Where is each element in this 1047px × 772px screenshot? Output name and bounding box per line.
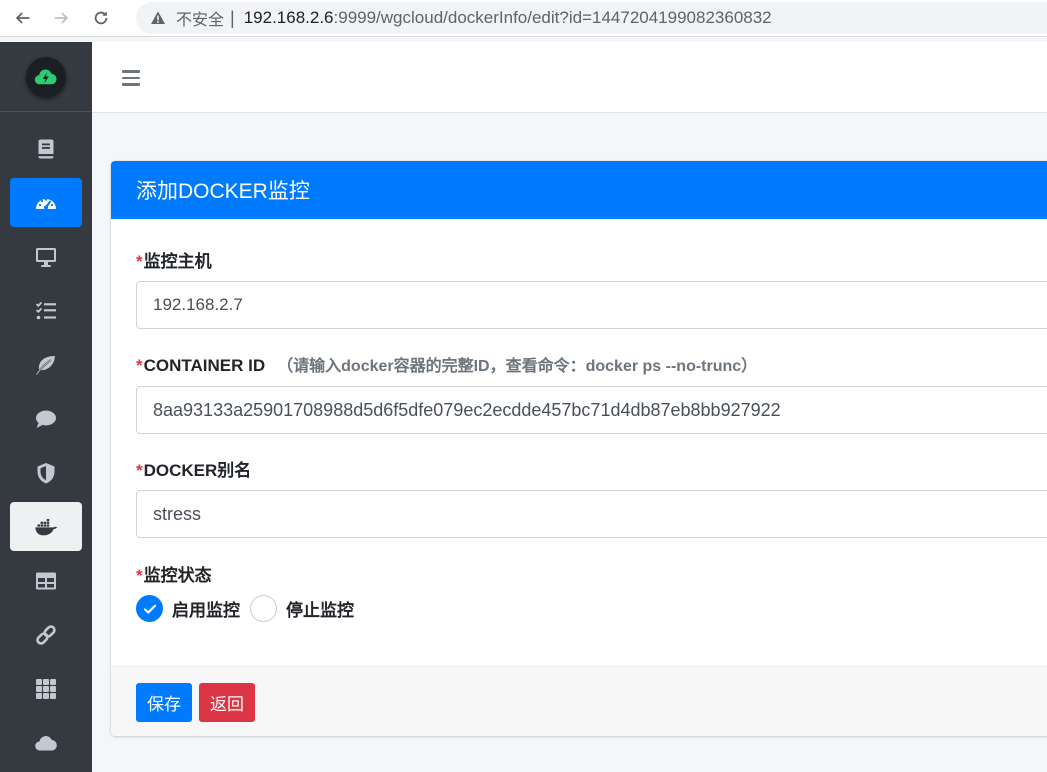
top-navbar [92,42,1047,113]
table-icon [36,572,56,589]
forward-arrow-icon[interactable] [46,3,76,33]
save-button[interactable]: 保存 [136,683,192,722]
required-mark: * [136,356,143,375]
address-separator: | [230,7,235,28]
radio-stop-monitor[interactable]: 停止监控 [250,595,354,622]
sidebar-item-grid[interactable] [10,664,82,713]
sidebar-item-docker[interactable] [10,502,82,551]
sidebar-item-cloud[interactable] [10,718,82,767]
status-label-text: 监控状态 [143,566,212,585]
address-bar[interactable]: 不安全 | 192.168.2.6:9999/wgcloud/dockerInf… [136,2,1047,34]
alias-input[interactable] [136,490,1047,538]
container-id-label: *CONTAINER ID （请输入docker容器的完整ID，查看命令：dock… [136,352,757,376]
sidebar-item-desktop[interactable] [10,232,82,281]
desktop-icon [36,247,56,267]
reload-icon[interactable] [86,3,116,33]
radio-enable-label: 启用监控 [172,601,240,620]
back-arrow-icon[interactable] [8,3,38,33]
menu-toggle-icon[interactable] [122,70,140,86]
docker-icon [35,518,58,535]
sidebar-item-leaf[interactable] [10,340,82,389]
card-title: 添加DOCKER监控 [136,180,310,203]
cloud-logo-icon [26,56,66,97]
shield-icon [37,462,55,483]
grid-icon [36,678,56,699]
brand[interactable] [0,42,92,112]
radio-checked-icon[interactable] [136,595,163,622]
host-label-text: 监控主机 [143,252,212,271]
sidebar [0,42,92,772]
sidebar-item-shield[interactable] [10,448,82,497]
container-id-input[interactable] [136,386,1047,434]
browser-toolbar: 不安全 | 192.168.2.6:9999/wgcloud/dockerInf… [0,0,1047,37]
sidebar-item-book[interactable] [10,124,82,173]
required-mark: * [136,566,143,585]
docker-form-card: 添加DOCKER监控 *监控主机 *CONTAINER ID（请输入docker… [111,161,1047,736]
sidebar-item-table[interactable] [10,556,82,605]
alias-label: *DOCKER别名 [136,456,251,481]
sidebar-item-dashboard[interactable] [10,178,82,227]
radio-stop-label: 停止监控 [286,601,354,620]
insecure-label: 不安全 [176,12,225,29]
cloud-icon [35,735,57,751]
container-id-label-text: CONTAINER ID [143,356,266,375]
container-id-hint: （请输入docker容器的完整ID，查看命令：docker ps --no-tr… [277,358,758,375]
sidebar-item-comment[interactable] [10,394,82,443]
sidebar-item-link[interactable] [10,610,82,659]
leaf-icon [35,355,55,375]
tasks-icon [35,301,56,319]
warning-icon [151,11,165,24]
link-icon [36,624,56,645]
card-footer: 保存 返回 [111,666,1047,736]
host-input[interactable] [136,281,1047,329]
book-icon [38,139,54,158]
back-button[interactable]: 返回 [199,683,255,722]
required-mark: * [136,461,143,480]
radio-enable-monitor[interactable]: 启用监控 [136,595,240,622]
status-label: *监控状态 [136,561,212,586]
url-path: :9999/wgcloud/dockerInfo/edit?id=1447204… [333,8,772,27]
required-mark: * [136,252,143,271]
alias-label-text: DOCKER别名 [143,461,252,480]
card-header: 添加DOCKER监控 [111,161,1047,219]
host-label: *监控主机 [136,247,212,272]
url-host: 192.168.2.6 [243,8,334,27]
dashboard-icon [36,197,56,209]
sidebar-item-tasks[interactable] [10,286,82,335]
comment-icon [36,410,56,428]
radio-unchecked-icon[interactable] [250,595,277,622]
